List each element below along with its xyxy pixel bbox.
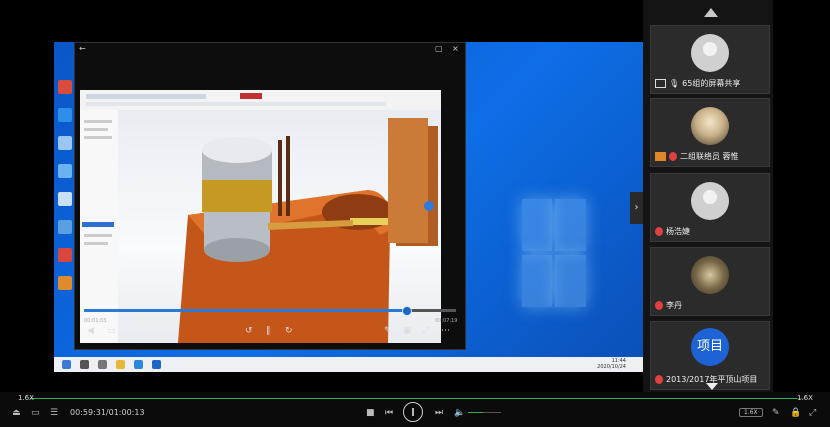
folder-icon[interactable] [116, 360, 125, 369]
avatar [691, 182, 729, 220]
task-view-icon[interactable] [98, 360, 107, 369]
desktop-icon[interactable] [58, 248, 72, 262]
list-icon[interactable]: ☰ [50, 408, 58, 418]
participant-name: 二组联络员 蓉惟 [680, 152, 739, 161]
pause-icon[interactable]: ‖ [266, 326, 271, 336]
popout-icon[interactable]: ▢ [435, 43, 443, 55]
desktop-icon-column [56, 80, 74, 304]
desktop-icon[interactable] [58, 164, 72, 178]
participant-name: 李丹 [666, 301, 682, 310]
player-elapsed: 00:01:03 [84, 318, 107, 324]
pause-button[interactable]: ‖ [403, 402, 423, 422]
windows-logo-icon [522, 199, 586, 309]
scroll-up-icon[interactable] [704, 8, 718, 17]
playback-time: 00:59:31/01:00:13 [70, 408, 145, 417]
desktop-icon[interactable] [58, 108, 72, 122]
volume-slider[interactable] [468, 412, 501, 413]
more-icon[interactable]: ⋯ [441, 326, 450, 336]
timeline-progress [84, 309, 404, 312]
brush-icon[interactable]: ✎ [772, 408, 780, 418]
edit-icon[interactable]: ✎ [384, 326, 392, 336]
rewind-icon[interactable]: ↺ [245, 326, 253, 336]
participant-tile[interactable]: 🎙 65组的屏幕共享 [650, 25, 770, 94]
player-title-bar: ← ▢ × [75, 43, 465, 55]
avatar [691, 34, 729, 72]
desktop-icon[interactable] [58, 192, 72, 206]
mic-muted-icon [669, 152, 677, 161]
browser-icon[interactable] [134, 360, 143, 369]
cad-video-frame [80, 90, 441, 343]
avatar [691, 256, 729, 294]
timeline-thumb[interactable] [402, 306, 412, 316]
desktop-icon[interactable] [58, 220, 72, 234]
eject-icon[interactable]: ⏏ [12, 408, 21, 418]
speed-selector[interactable]: 1.6X [739, 408, 763, 417]
participant-tile[interactable]: 李丹 [650, 247, 770, 316]
desktop-icon[interactable] [58, 276, 72, 290]
start-icon[interactable] [62, 360, 71, 369]
mic-muted-icon [655, 227, 663, 236]
fullscreen-icon[interactable]: ⤢ [422, 326, 429, 336]
playback-progress[interactable] [30, 398, 805, 399]
collapse-panel-button[interactable]: › [630, 192, 643, 224]
back-arrow-icon[interactable]: ← [79, 43, 86, 55]
video-player-window: ← ▢ × 00:01:03 00:07:19 ◀ ▭ ↺ ‖ ↻ ✎ ▣ ⤢ … [74, 42, 466, 350]
participant-tile[interactable]: 杨浩婕 [650, 173, 770, 242]
cad-ribbon [80, 90, 441, 111]
desktop-icon[interactable] [58, 136, 72, 150]
mic-muted-icon [655, 301, 663, 310]
participant-name: 65组的屏幕共享 [682, 79, 741, 88]
close-icon[interactable]: × [452, 43, 459, 55]
next-icon[interactable]: ⏭ [435, 408, 443, 418]
volume-fill [468, 412, 483, 413]
participant-name: 杨浩婕 [666, 227, 690, 236]
speed-label-right: 1.6X [797, 394, 813, 402]
screen-share-icon [655, 79, 666, 88]
previous-icon[interactable]: ⏮ [385, 408, 393, 418]
volume-icon[interactable]: 🔈 [454, 408, 465, 418]
volume-icon[interactable]: ◀ [87, 326, 94, 336]
remote-taskbar: 11:44 2020/10/24 [54, 357, 644, 372]
mic-icon: 🎙 [669, 79, 680, 88]
mini-player-icon[interactable]: ▣ [403, 326, 412, 336]
stop-icon[interactable]: ■ [366, 408, 375, 418]
forward-icon[interactable]: ↻ [285, 326, 293, 336]
screen-icon[interactable]: ▭ [31, 408, 40, 418]
app-icon[interactable] [152, 360, 161, 369]
desktop-icon[interactable] [58, 80, 72, 94]
clock-date: 2020/10/24 [597, 364, 626, 370]
project-badge: 项目 [691, 328, 729, 366]
participant-label: 杨浩婕 [655, 226, 690, 237]
speed-label-left: 1.6X [18, 394, 34, 402]
avatar [691, 107, 729, 145]
lock-icon[interactable]: 🔒 [790, 408, 801, 418]
taskbar-clock: 11:44 2020/10/24 [597, 358, 626, 370]
participant-label: 🎙 65组的屏幕共享 [655, 78, 740, 89]
mic-muted-icon [655, 375, 663, 384]
fullscreen-icon[interactable]: ⤢ [809, 408, 816, 418]
search-icon[interactable] [80, 360, 89, 369]
participant-tile[interactable]: 二组联络员 蓉惟 [650, 98, 770, 167]
subtitles-icon[interactable]: ▭ [107, 326, 116, 336]
participant-label: 李丹 [655, 300, 682, 311]
participant-tile[interactable]: 项目 2013/2017年平顶山项目 [650, 321, 770, 390]
host-icon [655, 152, 666, 161]
playback-progress-fill [30, 398, 798, 399]
pointer-cursor-icon [706, 383, 718, 390]
video-timeline[interactable] [84, 306, 456, 316]
participant-label: 二组联络员 蓉惟 [655, 151, 739, 162]
player-total: 00:07:19 [435, 318, 458, 324]
